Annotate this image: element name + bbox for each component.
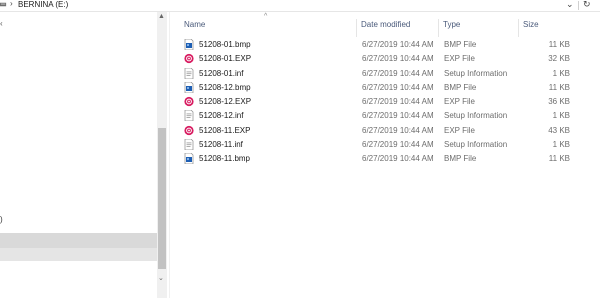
file-type: Setup Information <box>444 68 508 78</box>
file-name: 51208-11.EXP <box>199 125 251 135</box>
file-row[interactable]: 51208-11.EXP 6/27/2019 10:44 AM EXP File 43… <box>172 124 582 138</box>
column-header-size[interactable]: Size <box>518 19 574 37</box>
file-type: EXP File <box>444 125 475 135</box>
file-date-modified: 6/27/2019 10:44 AM <box>362 111 434 121</box>
file-name: 51208-01.EXP <box>199 54 252 64</box>
bmp-file-icon <box>184 81 194 94</box>
scrollbar-thumb[interactable] <box>158 128 166 269</box>
file-name: 51208-12.EXP <box>199 97 252 107</box>
file-size: 36 KB <box>548 97 570 107</box>
file-size: 1 KB <box>552 68 570 78</box>
column-header-name[interactable]: Name <box>180 19 356 37</box>
file-size: 32 KB <box>548 54 570 64</box>
file-name: 51208-12.bmp <box>199 82 251 92</box>
chevron-down-icon[interactable]: ⌄ <box>566 0 574 10</box>
file-size: 1 KB <box>552 111 570 121</box>
file-type: Setup Information <box>444 111 508 121</box>
navigation-pane[interactable]: ‹ ) ▲ ⌄ <box>0 12 170 298</box>
bmp-file-icon <box>184 38 194 51</box>
refresh-icon[interactable]: ↻ <box>583 0 591 10</box>
file-size: 1 KB <box>552 140 570 150</box>
nav-scrollbar[interactable]: ▲ ⌄ <box>157 12 167 298</box>
file-type: Setup Information <box>444 140 508 150</box>
file-date-modified: 6/27/2019 10:44 AM <box>362 54 434 64</box>
file-row[interactable]: 51208-11.inf 6/27/2019 10:44 AM Setup Info… <box>172 138 582 152</box>
file-name: 51208-12.inf <box>199 111 244 121</box>
nav-item-hover[interactable] <box>0 248 157 261</box>
file-date-modified: 6/27/2019 10:44 AM <box>362 97 434 107</box>
file-date-modified: 6/27/2019 10:44 AM <box>362 154 434 164</box>
file-name: 51208-11.bmp <box>199 154 250 164</box>
drive-icon <box>0 2 7 7</box>
breadcrumb-chevron: › <box>10 0 13 8</box>
inf-file-icon <box>184 138 194 151</box>
address-divider <box>578 1 579 10</box>
file-date-modified: 6/27/2019 10:44 AM <box>362 68 434 78</box>
exp-file-icon <box>184 53 194 64</box>
file-row[interactable]: 51208-12.inf 6/27/2019 10:44 AM Setup Info… <box>172 109 582 123</box>
file-row[interactable]: 51208-01.bmp 6/27/2019 10:44 AM BMP File 11… <box>172 38 582 52</box>
file-rows: 51208-01.bmp 6/27/2019 10:44 AM BMP File 11… <box>172 38 600 167</box>
file-type: BMP File <box>444 154 477 164</box>
file-type: BMP File <box>444 40 477 49</box>
exp-file-icon <box>184 96 194 107</box>
expand-chevron-icon[interactable]: ‹ <box>0 19 3 28</box>
file-row[interactable]: 51208-12.EXP 6/27/2019 10:44 AM EXP File 36… <box>172 95 582 109</box>
column-header-type[interactable]: Type <box>438 19 518 37</box>
file-size: 11 KB <box>548 82 570 92</box>
bmp-file-icon <box>184 153 194 165</box>
file-date-modified: 6/27/2019 10:44 AM <box>362 125 434 135</box>
file-type: EXP File <box>444 97 475 107</box>
breadcrumb-drive[interactable]: BERNINA (E:) <box>18 0 68 9</box>
file-date-modified: 6/27/2019 10:44 AM <box>362 40 434 49</box>
file-size: 11 KB <box>548 154 570 164</box>
file-date-modified: 6/27/2019 10:44 AM <box>362 140 434 150</box>
file-row[interactable]: 51208-01.EXP 6/27/2019 10:44 AM EXP File 32… <box>172 52 582 66</box>
exp-file-icon <box>184 125 194 136</box>
file-size: 11 KB <box>548 40 570 49</box>
nav-item-selected[interactable] <box>0 233 157 248</box>
file-name: 51208-01.bmp <box>199 40 251 49</box>
file-name: 51208-01.inf <box>199 68 244 78</box>
nav-item-fragment[interactable]: ) <box>0 215 3 224</box>
file-name: 51208-11.inf <box>199 140 243 150</box>
file-type: EXP File <box>444 54 475 64</box>
column-header-date-modified[interactable]: Date modified <box>356 19 438 37</box>
file-row[interactable]: 51208-11.bmp 6/27/2019 10:44 AM BMP File 11… <box>172 152 582 166</box>
file-list[interactable]: ^ Name Date modified Type Size 51208-01.… <box>172 12 600 298</box>
scroll-up-icon[interactable]: ▲ <box>158 13 165 20</box>
inf-file-icon <box>184 67 194 79</box>
scroll-down-icon[interactable]: ⌄ <box>158 274 164 282</box>
inf-file-icon <box>184 110 194 122</box>
file-size: 43 KB <box>548 125 570 135</box>
file-row[interactable]: 51208-12.bmp 6/27/2019 10:44 AM BMP File 11… <box>172 81 582 95</box>
file-date-modified: 6/27/2019 10:44 AM <box>362 82 434 92</box>
file-row[interactable]: 51208-01.inf 6/27/2019 10:44 AM Setup Info… <box>172 67 582 81</box>
file-type: BMP File <box>444 82 477 92</box>
address-bar[interactable]: › BERNINA (E:) ⌄ ↻ <box>0 0 600 12</box>
